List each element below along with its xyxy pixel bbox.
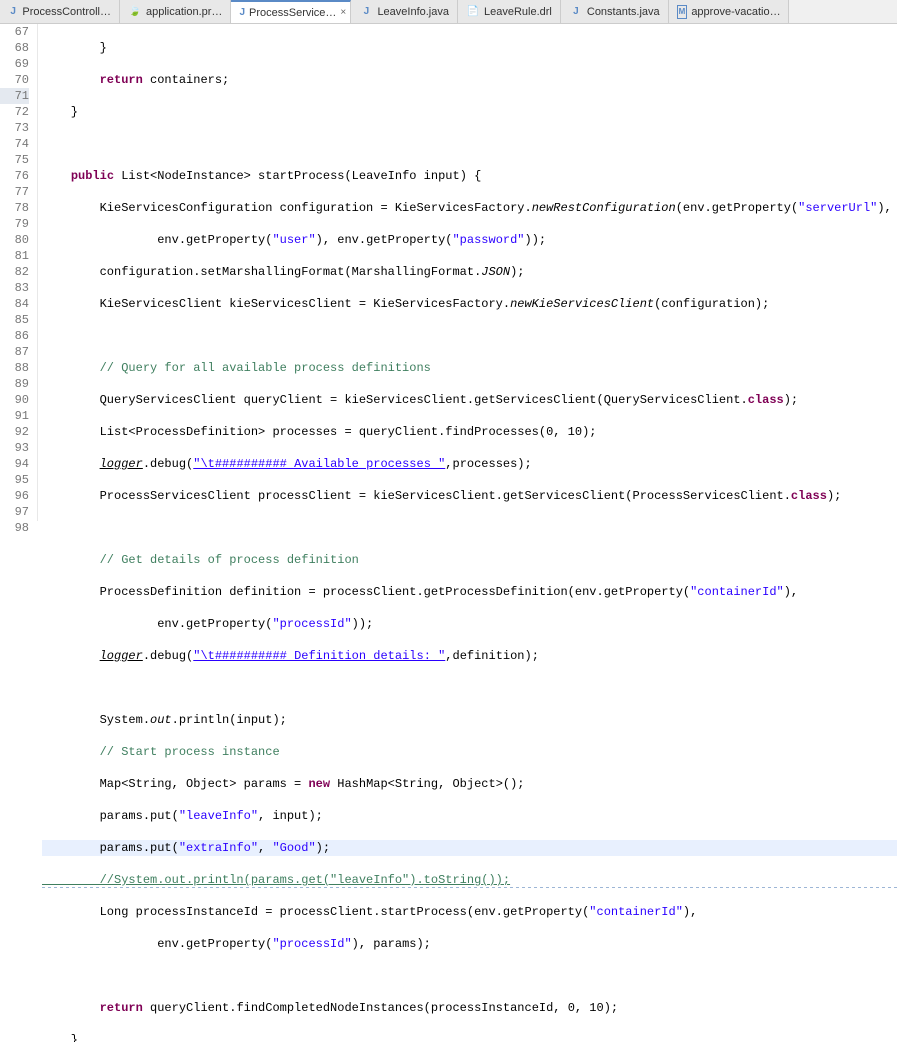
code-line: logger.debug("\t########## Definition de… bbox=[42, 648, 897, 664]
tab-label: application.pr… bbox=[146, 6, 222, 18]
code-line: return containers; bbox=[42, 72, 897, 88]
tab-approve-vacation[interactable]: M approve-vacatio… bbox=[669, 0, 789, 23]
tab-label: Constants.java bbox=[587, 6, 660, 18]
java-file-icon: J bbox=[569, 5, 583, 19]
tab-application-properties[interactable]: 🍃 application.pr… bbox=[120, 0, 231, 23]
line-number: 68 bbox=[0, 40, 29, 56]
line-number: 71 bbox=[0, 88, 29, 104]
line-number: 97 bbox=[0, 504, 29, 520]
editor-area: 6768697071727374757677787980818283848586… bbox=[0, 24, 897, 521]
code-line: // Start process instance bbox=[42, 744, 897, 760]
line-number: 89 bbox=[0, 376, 29, 392]
code-line: List<ProcessDefinition> processes = quer… bbox=[42, 424, 897, 440]
line-number: 72 bbox=[0, 104, 29, 120]
line-number: 70 bbox=[0, 72, 29, 88]
code-line: } bbox=[42, 1032, 897, 1042]
code-line: return queryClient.findCompletedNodeInst… bbox=[42, 1000, 897, 1016]
line-number-gutter: 6768697071727374757677787980818283848586… bbox=[0, 24, 38, 521]
drl-file-icon: 📄 bbox=[466, 5, 480, 19]
tab-leaverule[interactable]: 📄 LeaveRule.drl bbox=[458, 0, 561, 23]
code-line bbox=[42, 520, 897, 536]
editor-tab-bar: J ProcessControll… 🍃 application.pr… J P… bbox=[0, 0, 897, 24]
line-number: 90 bbox=[0, 392, 29, 408]
tab-label: ProcessService… bbox=[249, 7, 336, 19]
code-line: params.put("leaveInfo", input); bbox=[42, 808, 897, 824]
tab-leaveinfo[interactable]: J LeaveInfo.java bbox=[351, 0, 458, 23]
code-line: KieServicesConfiguration configuration =… bbox=[42, 200, 897, 216]
tab-label: LeaveRule.drl bbox=[484, 6, 552, 18]
line-number: 86 bbox=[0, 328, 29, 344]
code-line: //System.out.println(params.get("leaveIn… bbox=[42, 872, 897, 888]
java-file-icon: J bbox=[8, 5, 18, 19]
java-file-icon: J bbox=[239, 6, 245, 20]
tab-processservice[interactable]: J ProcessService… × bbox=[231, 0, 351, 23]
spring-leaf-icon: 🍃 bbox=[128, 5, 142, 19]
code-line: env.getProperty("processId")); bbox=[42, 616, 897, 632]
tab-processcontroller[interactable]: J ProcessControll… bbox=[0, 0, 120, 23]
tab-constants[interactable]: J Constants.java bbox=[561, 0, 669, 23]
tab-label: LeaveInfo.java bbox=[377, 6, 449, 18]
line-number: 74 bbox=[0, 136, 29, 152]
code-line: // Query for all available process defin… bbox=[42, 360, 897, 376]
line-number: 93 bbox=[0, 440, 29, 456]
close-icon[interactable]: × bbox=[340, 7, 346, 18]
line-number: 88 bbox=[0, 360, 29, 376]
line-number: 73 bbox=[0, 120, 29, 136]
java-file-icon: J bbox=[359, 5, 373, 19]
code-line bbox=[42, 136, 897, 152]
line-number: 96 bbox=[0, 488, 29, 504]
code-line: // Get details of process definition bbox=[42, 552, 897, 568]
line-number: 98 bbox=[0, 520, 29, 536]
code-editor[interactable]: } return containers; } public List<NodeI… bbox=[38, 24, 897, 521]
code-line: Long processInstanceId = processClient.s… bbox=[42, 904, 897, 920]
tab-label: approve-vacatio… bbox=[691, 6, 780, 18]
code-line bbox=[42, 328, 897, 344]
code-line: public List<NodeInstance> startProcess(L… bbox=[42, 168, 897, 184]
line-number: 78 bbox=[0, 200, 29, 216]
line-number: 76 bbox=[0, 168, 29, 184]
line-number: 92 bbox=[0, 424, 29, 440]
line-number: 75 bbox=[0, 152, 29, 168]
code-line: QueryServicesClient queryClient = kieSer… bbox=[42, 392, 897, 408]
code-line: configuration.setMarshallingFormat(Marsh… bbox=[42, 264, 897, 280]
code-line: } bbox=[42, 40, 897, 56]
line-number: 95 bbox=[0, 472, 29, 488]
code-line: env.getProperty("processId"), params); bbox=[42, 936, 897, 952]
code-line: ProcessServicesClient processClient = ki… bbox=[42, 488, 897, 504]
line-number: 67 bbox=[0, 24, 29, 40]
code-line: } bbox=[42, 104, 897, 120]
code-line: ProcessDefinition definition = processCl… bbox=[42, 584, 897, 600]
tab-label: ProcessControll… bbox=[22, 6, 111, 18]
line-number: 84 bbox=[0, 296, 29, 312]
line-number: 80 bbox=[0, 232, 29, 248]
code-line: env.getProperty("user"), env.getProperty… bbox=[42, 232, 897, 248]
code-line bbox=[42, 680, 897, 696]
code-line: Map<String, Object> params = new HashMap… bbox=[42, 776, 897, 792]
code-line: KieServicesClient kieServicesClient = Ki… bbox=[42, 296, 897, 312]
line-number: 87 bbox=[0, 344, 29, 360]
line-number: 82 bbox=[0, 264, 29, 280]
line-number: 83 bbox=[0, 280, 29, 296]
line-number: 91 bbox=[0, 408, 29, 424]
code-line-current: params.put("extraInfo", "Good"); bbox=[42, 840, 897, 856]
line-number: 81 bbox=[0, 248, 29, 264]
line-number: 69 bbox=[0, 56, 29, 72]
line-number: 94 bbox=[0, 456, 29, 472]
maven-file-icon: M bbox=[677, 5, 688, 19]
line-number: 77 bbox=[0, 184, 29, 200]
code-line: System.out.println(input); bbox=[42, 712, 897, 728]
line-number: 79 bbox=[0, 216, 29, 232]
code-line bbox=[42, 968, 897, 984]
line-number: 85 bbox=[0, 312, 29, 328]
code-line: logger.debug("\t########## Available pro… bbox=[42, 456, 897, 472]
